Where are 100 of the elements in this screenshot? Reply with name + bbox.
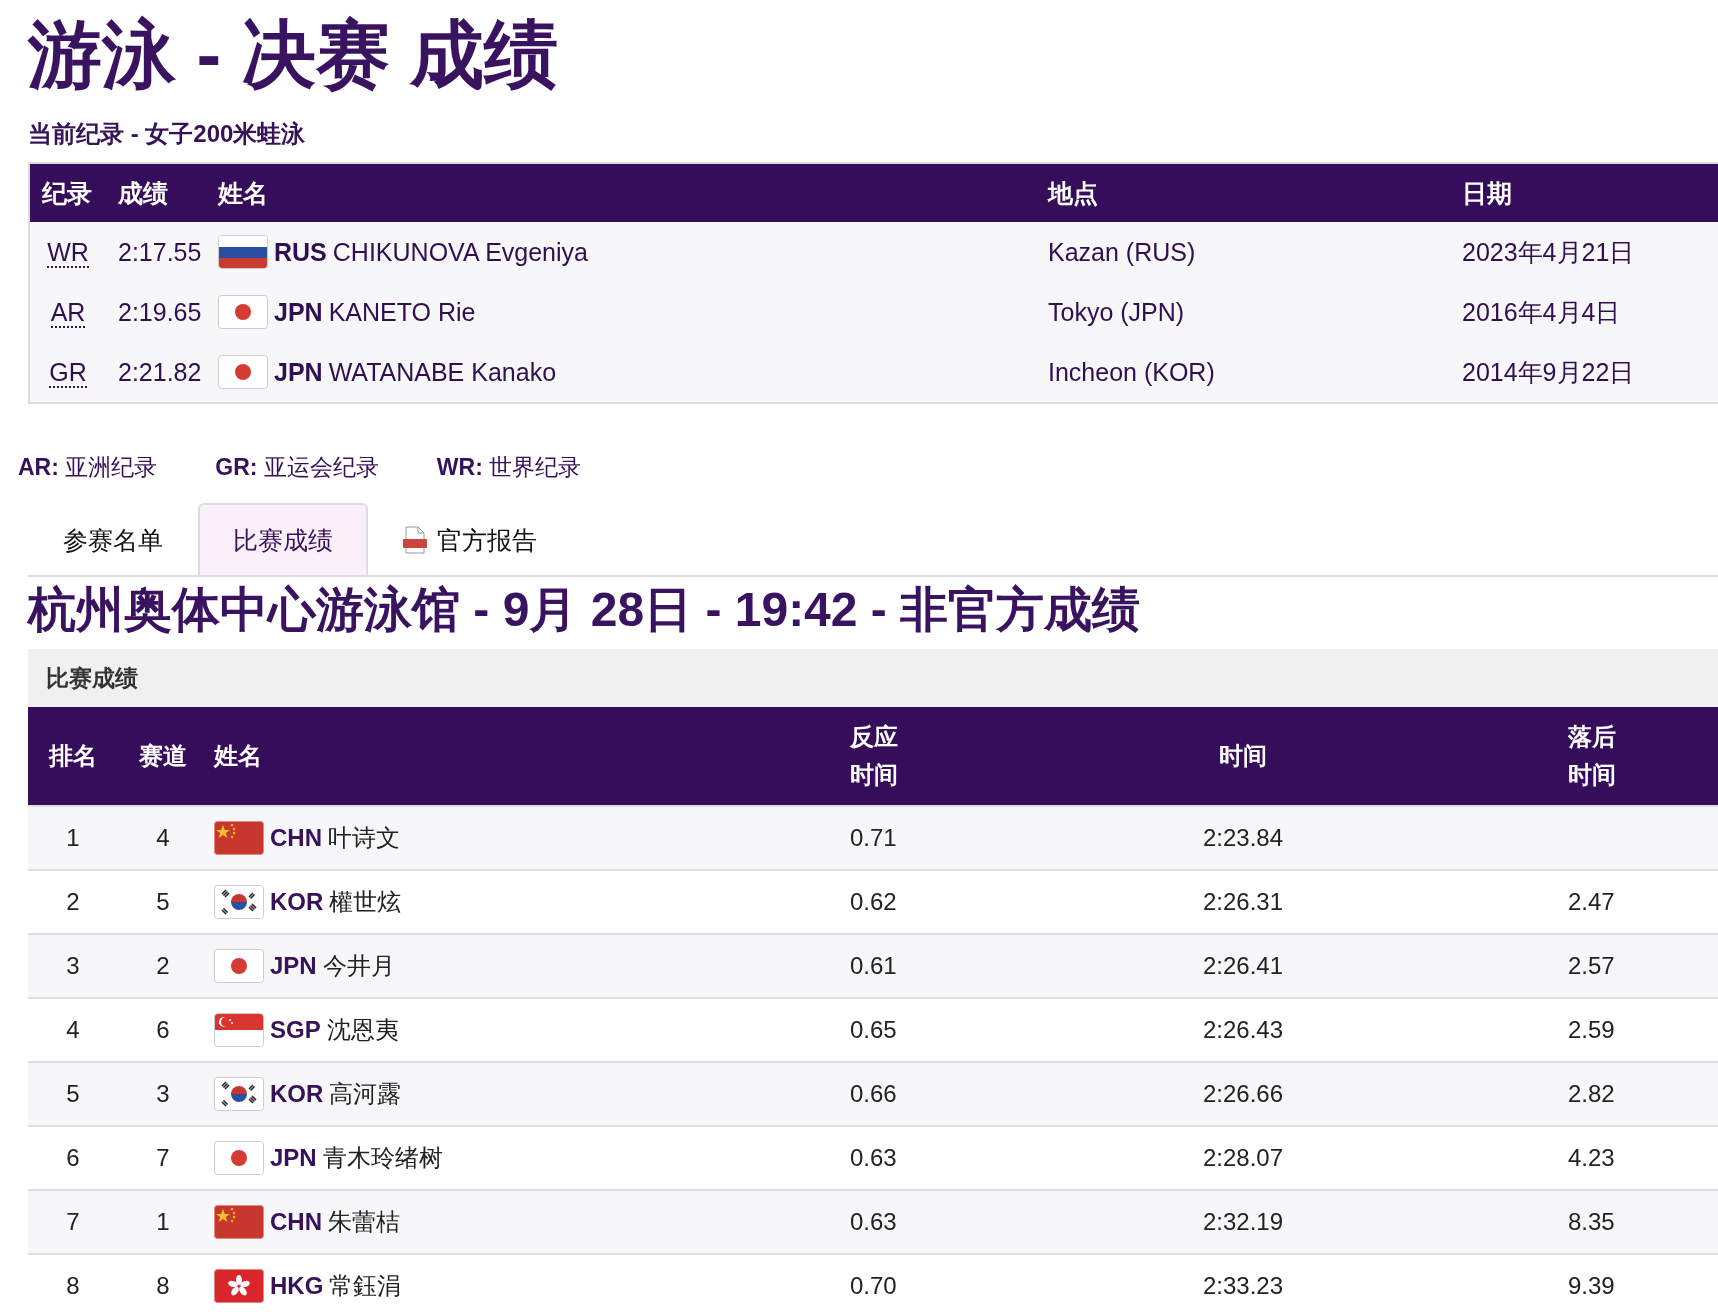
tab[interactable]: 参赛名单 (28, 503, 198, 575)
flag-icon (218, 235, 268, 269)
tab[interactable]: 比赛成绩 (198, 503, 368, 575)
country-code: CHN (270, 1208, 322, 1236)
table-cell-text: 2:28.07 (1201, 1144, 1285, 1172)
table-cell-text: 2 (65, 888, 81, 916)
table-cell-text: 2.59 (1567, 1016, 1616, 1044)
legend-text: WR: 世界纪录 (436, 453, 582, 482)
table-cell-text: 0.66 (849, 1080, 898, 1108)
flag-icon (218, 295, 268, 329)
flag-icon (214, 1141, 264, 1175)
table-cell-text: 8.35 (1567, 1208, 1616, 1236)
column-header: 落后时间 (1567, 722, 1616, 790)
section-header: 比赛成绩 (28, 649, 1718, 707)
table-cell-text: 0.61 (849, 952, 898, 980)
table-cell-text: 2:21.82 (117, 357, 203, 387)
table-cell-text: 2.57 (1567, 952, 1616, 980)
table-cell-text: Incheon (KOR) (1047, 357, 1216, 387)
table-cell-text: 2:26.66 (1201, 1080, 1285, 1108)
flag-icon (214, 1077, 264, 1111)
country-code: JPN (274, 357, 323, 387)
athlete-name: 朱蕾桔 (328, 1207, 400, 1237)
athlete-name: KANETO Rie (328, 297, 476, 327)
record-link[interactable]: WR (47, 237, 89, 268)
table-cell-text: Kazan (RUS) (1047, 237, 1197, 267)
column-header: 时间 (1218, 741, 1268, 771)
column-header: 日期 (1461, 177, 1513, 209)
table-cell-text: 4 (65, 1016, 81, 1044)
table-cell-text: 4 (155, 824, 171, 852)
column-header: 姓名 (212, 741, 263, 771)
pdf-file-icon (403, 526, 429, 554)
table-cell-text: 2:17.55 (117, 237, 203, 267)
table-cell-text: 2:26.41 (1201, 952, 1285, 980)
legend-text: GR: 亚运会纪录 (215, 453, 379, 482)
table-cell-text: 1 (155, 1208, 171, 1236)
flag-icon (214, 1269, 264, 1303)
flag-icon (218, 355, 268, 389)
flag-icon (214, 821, 264, 855)
table-cell-text: 5 (155, 888, 171, 916)
athlete-name: 常鈺涓 (329, 1271, 402, 1301)
country-code: KOR (270, 888, 324, 916)
table-cell-text: 7 (155, 1144, 171, 1172)
table-cell-text: 2:19.65 (117, 297, 203, 327)
athlete-name: 叶诗文 (328, 823, 400, 853)
column-header: 地点 (1046, 177, 1099, 209)
athlete-name: 高河露 (329, 1079, 402, 1109)
table-cell-text: 5 (65, 1080, 81, 1108)
country-code: KOR (270, 1080, 324, 1108)
table-cell-text: 0.71 (849, 824, 898, 852)
athlete-name: 青木玲绪树 (322, 1143, 443, 1173)
column-header: 反应时间 (849, 722, 898, 790)
table-cell-text: 2023年4月21日 (1461, 236, 1636, 268)
table-cell-text: 7 (65, 1208, 81, 1236)
athlete-name: CHIKUNOVA Evgeniya (332, 237, 588, 267)
legend-text: AR: 亚洲纪录 (18, 453, 158, 482)
table-cell-text: 3 (65, 952, 81, 980)
table-cell-text: 2:26.43 (1201, 1016, 1285, 1044)
flag-icon (214, 949, 264, 983)
table-cell-text: 8 (65, 1272, 81, 1300)
country-code: JPN (274, 297, 323, 327)
section-title: 当前纪录 - 女子200米蛙泳 (28, 119, 307, 148)
athlete-name: 權世炫 (329, 887, 402, 917)
athlete-name: 今井月 (322, 951, 395, 981)
column-header: 排名 (47, 741, 98, 771)
table-cell-text: 2:32.19 (1201, 1208, 1285, 1236)
flag-icon (214, 1013, 264, 1047)
table-cell-text: 6 (65, 1144, 81, 1172)
record-link[interactable]: GR (49, 357, 87, 388)
column-header: 赛道 (138, 741, 188, 771)
table-cell-text: 1 (65, 824, 81, 852)
table-cell-text: 0.70 (849, 1272, 898, 1300)
flag-icon (214, 1205, 264, 1239)
country-code: CHN (270, 824, 322, 852)
country-code: JPN (270, 952, 317, 980)
table-cell-text: 2 (155, 952, 171, 980)
table-cell-text: 2014年9月22日 (1461, 356, 1636, 388)
table-cell-text: 4.23 (1567, 1144, 1616, 1172)
table-cell-text: 2:33.23 (1201, 1272, 1285, 1300)
column-header: 纪录 (41, 177, 93, 209)
table-cell-text: 0.63 (849, 1208, 898, 1236)
table-cell-text: 2.82 (1567, 1080, 1616, 1108)
record-link[interactable]: AR (50, 297, 86, 328)
table-cell-text: 2016年4月4日 (1461, 296, 1622, 328)
page-title: 游泳 - 决赛 成绩 (28, 12, 560, 98)
table-cell-text: 2:26.31 (1201, 888, 1285, 916)
country-code: HKG (270, 1272, 324, 1300)
table-cell-text: 3 (155, 1080, 171, 1108)
country-code: JPN (270, 1144, 317, 1172)
athlete-name: 沈恩夷 (326, 1015, 399, 1045)
heading: 杭州奥体中心游泳馆 - 9月 28日 - 19:42 - 非官方成绩 (28, 582, 1142, 638)
flag-icon (214, 885, 264, 919)
column-header: 姓名 (216, 177, 269, 209)
athlete-name: WATANABE Kanako (328, 357, 557, 387)
table-cell-text: 8 (155, 1272, 171, 1300)
table-cell-text: 2:23.84 (1201, 824, 1285, 852)
tab[interactable]: 官方报告 (368, 503, 572, 575)
table-cell-text: 0.63 (849, 1144, 898, 1172)
table-cell-text: 0.65 (849, 1016, 898, 1044)
table-cell-text: 6 (155, 1016, 171, 1044)
table-cell-text: 2.47 (1567, 888, 1616, 916)
